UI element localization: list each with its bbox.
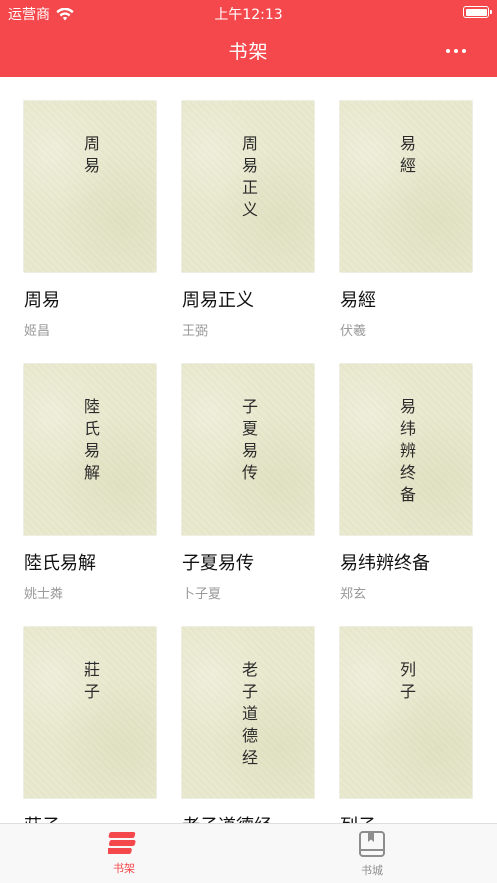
- book-cover[interactable]: 列子: [340, 627, 472, 798]
- cover-title: 周易正义: [239, 135, 258, 223]
- book-cover[interactable]: 陸氏易解: [24, 364, 156, 535]
- tab-label: 书城: [361, 864, 383, 877]
- book-icon: [359, 831, 385, 857]
- book-title: 易經: [340, 290, 376, 311]
- more-dot-icon: [454, 49, 458, 53]
- cover-title: 子夏易传: [239, 398, 258, 486]
- more-dot-icon: [446, 49, 450, 53]
- book-item[interactable]: 列子 列子: [340, 627, 474, 823]
- more-dot-icon: [462, 49, 466, 53]
- book-title: 易纬辨终备: [340, 553, 430, 574]
- cover-title: 陸氏易解: [81, 398, 100, 486]
- cover-title: 周易: [81, 135, 100, 179]
- cover-title: 莊子: [81, 661, 100, 705]
- book-author: 郑玄: [340, 587, 367, 602]
- book-cover[interactable]: 周易正义: [182, 101, 314, 272]
- page-title: 书架: [228, 41, 269, 63]
- book-cover[interactable]: 易經: [340, 101, 472, 272]
- book-cover[interactable]: 易纬辨终备: [340, 364, 472, 535]
- book-title: 莊子: [24, 812, 158, 823]
- book-author: 伏羲: [340, 324, 367, 339]
- book-item[interactable]: 周易 周易 姬昌: [24, 101, 158, 339]
- bookshelf-grid: 周易 周易 姬昌 周易正义 周易正义 王弼 易經 易經 伏羲 陸氏易解 陸氏易解…: [0, 77, 497, 823]
- book-cover[interactable]: 老子道德经: [182, 627, 314, 798]
- status-bar: 运营商 上午12:13: [0, 0, 497, 26]
- book-title: 子夏易传: [182, 553, 254, 574]
- book-cover[interactable]: 周易: [24, 101, 156, 272]
- book-author: 卜子夏: [182, 587, 222, 602]
- book-title: 老子道德经: [182, 812, 316, 823]
- status-time: 上午12:13: [214, 7, 283, 23]
- cover-title: 列子: [397, 661, 416, 705]
- book-item[interactable]: 易纬辨终备 易纬辨终备 郑玄: [340, 364, 474, 602]
- book-title: 陸氏易解: [24, 553, 96, 574]
- book-title: 周易正义: [182, 290, 254, 311]
- book-item[interactable]: 易經 易經 伏羲: [340, 101, 474, 339]
- book-cover[interactable]: 子夏易传: [182, 364, 314, 535]
- book-item[interactable]: 周易正义 周易正义 王弼: [182, 101, 316, 339]
- book-item[interactable]: 陸氏易解 陸氏易解 姚士粦: [24, 364, 158, 602]
- app-header: 运营商 上午12:13 书架: [0, 0, 497, 77]
- cover-title: 易纬辨终备: [397, 398, 416, 508]
- book-author: 姚士粦: [24, 587, 64, 602]
- tab-bookstore[interactable]: 书城: [332, 830, 412, 882]
- book-item[interactable]: 子夏易传 子夏易传 卜子夏: [182, 364, 316, 602]
- tab-bookshelf[interactable]: 书架: [84, 830, 164, 882]
- more-options-button[interactable]: [441, 40, 471, 62]
- book-author: 王弼: [182, 324, 209, 339]
- tab-label: 书架: [113, 862, 135, 875]
- book-title: 列子: [340, 812, 474, 823]
- tab-bar: 书架 书城: [0, 823, 497, 883]
- book-author: 姬昌: [24, 324, 51, 339]
- book-title: 周易: [24, 290, 60, 311]
- bookshelf-icon: [108, 832, 136, 854]
- cover-title: 老子道德经: [239, 661, 258, 771]
- book-cover[interactable]: 莊子: [24, 627, 156, 798]
- book-item[interactable]: 莊子 莊子: [24, 627, 158, 823]
- cover-title: 易經: [397, 135, 416, 179]
- book-item[interactable]: 老子道德经 老子道德经: [182, 627, 316, 823]
- battery-icon: [463, 6, 492, 18]
